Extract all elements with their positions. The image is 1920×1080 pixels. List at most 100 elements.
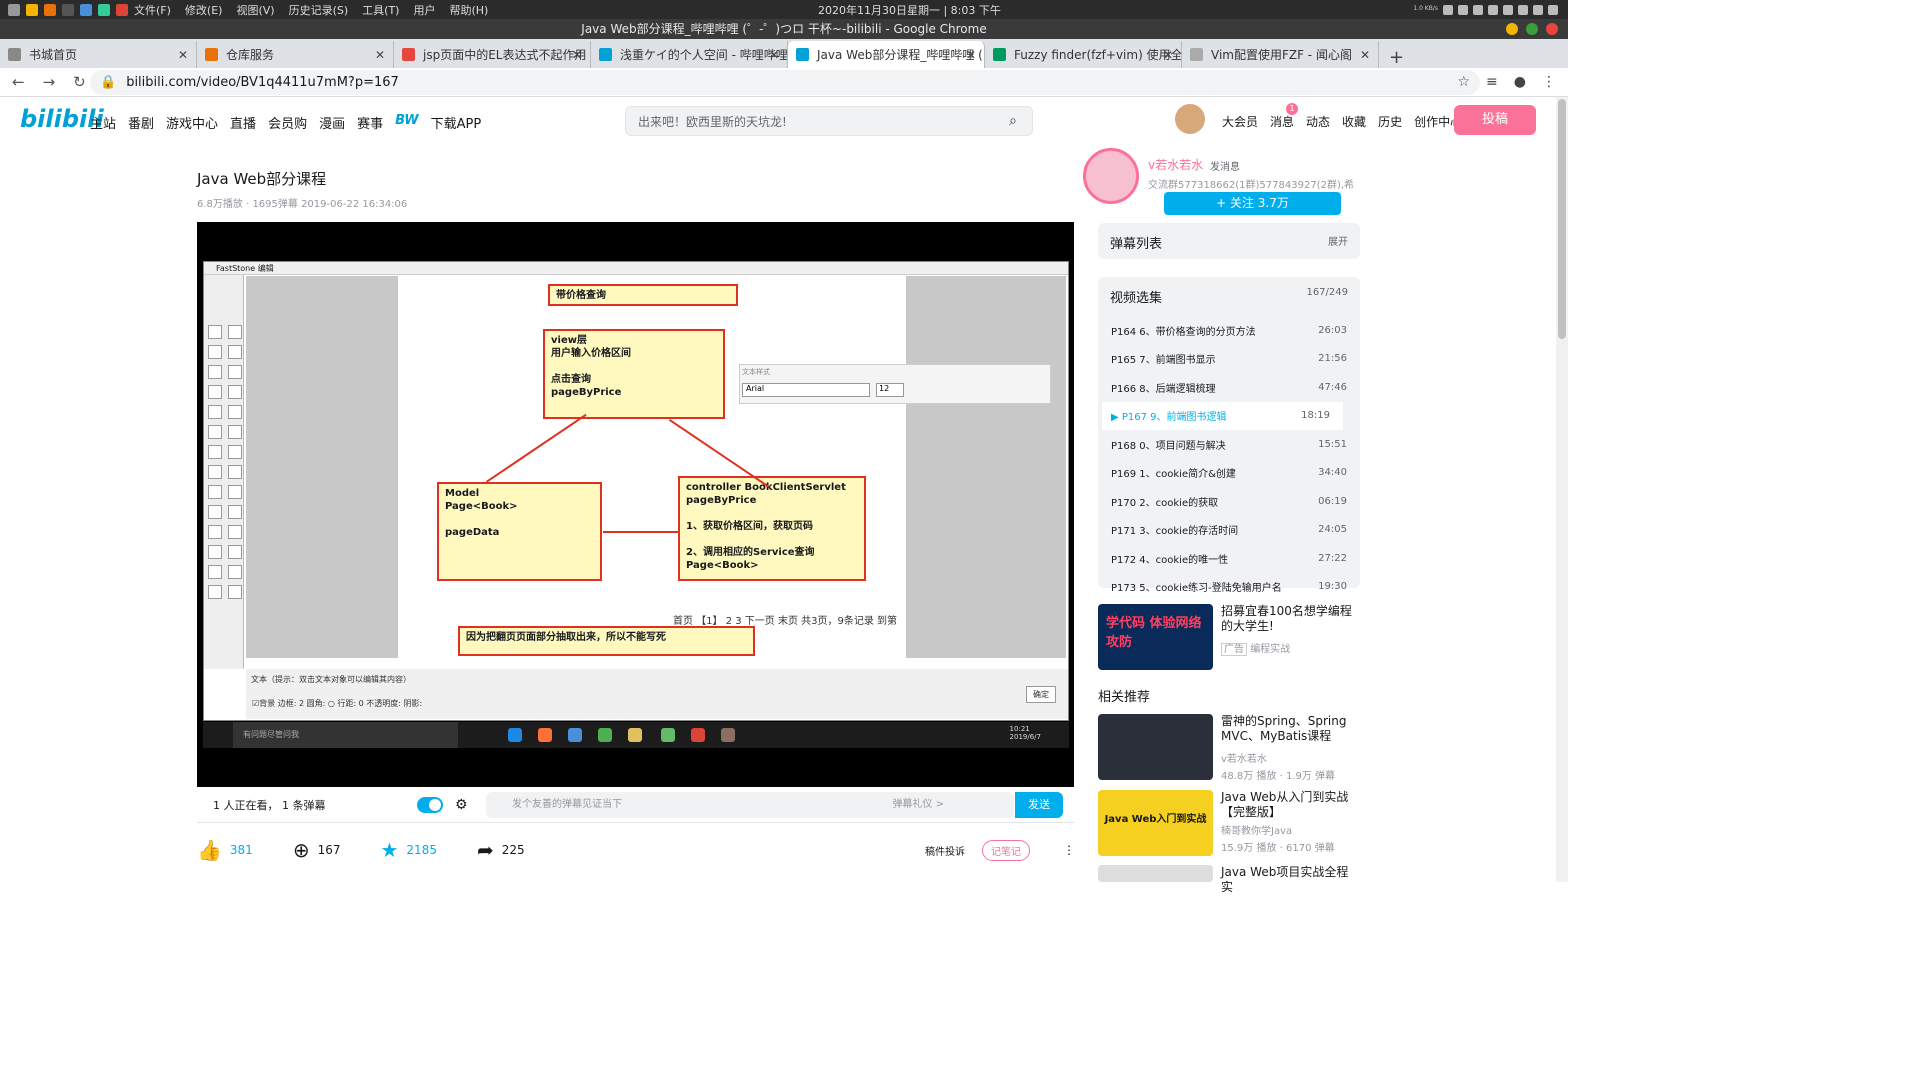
ad-card[interactable]: 学代码 体验网络攻防 招募宜春100名想学编程的大学生! 广告 编程实战: [1098, 604, 1359, 670]
reload-icon[interactable]: ↻: [73, 73, 86, 91]
search-icon[interactable]: ⌕: [994, 107, 1032, 135]
app-icon[interactable]: [628, 728, 642, 742]
related-thumbnail[interactable]: [1098, 865, 1213, 882]
tab-close-icon[interactable]: ✕: [375, 48, 385, 62]
tool-icon[interactable]: [228, 365, 242, 379]
nav-history[interactable]: 历史: [1378, 113, 1402, 130]
tool-icon[interactable]: [228, 445, 242, 459]
related-card[interactable]: Java Web项目实战全程实: [1098, 865, 1359, 895]
tool-icon[interactable]: [208, 405, 222, 419]
tool-icon[interactable]: [228, 405, 242, 419]
menu-item[interactable]: 历史记录(S): [289, 2, 349, 18]
tab-close-icon[interactable]: ✕: [1163, 48, 1173, 62]
playlist-item[interactable]: P170 2、cookie的获取 06:19: [1098, 487, 1360, 516]
related-thumbnail[interactable]: Java Web入门到实战: [1098, 790, 1213, 856]
menu-icon[interactable]: ⋮: [1542, 74, 1556, 90]
browser-tab[interactable]: 书城首页 ✕: [0, 41, 197, 68]
ad-thumbnail[interactable]: 学代码 体验网络攻防: [1098, 604, 1213, 670]
related-item-title[interactable]: Java Web从入门到实战【完整版】: [1221, 790, 1359, 820]
menu-item[interactable]: 用户: [413, 2, 435, 18]
related-author[interactable]: 楠哥教你学Java: [1221, 822, 1359, 837]
menu-item[interactable]: 文件(F): [134, 2, 171, 18]
browser-tab[interactable]: jsp页面中的EL表达式不起作用 ✕: [394, 41, 591, 68]
upload-button[interactable]: 投稿: [1454, 105, 1536, 135]
page-scrollbar[interactable]: [1556, 97, 1568, 882]
tool-icon[interactable]: [208, 325, 222, 339]
playlist-item[interactable]: P172 4、cookie的唯一性 27:22: [1098, 544, 1360, 573]
tool-icon[interactable]: [208, 485, 222, 499]
more-icon[interactable]: ⋮: [1063, 843, 1075, 857]
search-input[interactable]: 出来吧！欧西里斯的天坑龙! ⌕: [625, 106, 1033, 136]
tab-close-icon[interactable]: ✕: [966, 48, 976, 62]
tool-icon[interactable]: [228, 525, 242, 539]
playlist-item[interactable]: P171 3、cookie的存活时间 24:05: [1098, 516, 1360, 545]
danmaku-settings-icon[interactable]: ⚙: [455, 797, 468, 813]
app-icon[interactable]: [661, 728, 675, 742]
related-author[interactable]: v若水若水: [1221, 750, 1359, 765]
tool-icon[interactable]: [228, 485, 242, 499]
note-button[interactable]: 记笔记: [982, 839, 1030, 861]
ok-button[interactable]: 确定: [1026, 686, 1056, 703]
related-item-title[interactable]: Java Web项目实战全程实: [1221, 865, 1359, 895]
favorite-button[interactable]: ★ 2185: [380, 838, 436, 862]
tool-icon[interactable]: [208, 465, 222, 479]
profile-icon[interactable]: ●: [1514, 74, 1526, 90]
nav-esports[interactable]: 赛事: [357, 113, 383, 132]
uploader-name[interactable]: v若水若水: [1148, 156, 1203, 173]
menu-item[interactable]: 修改(E): [185, 2, 223, 18]
tool-icon[interactable]: [208, 565, 222, 579]
browser-tab[interactable]: Fuzzy finder(fzf+vim) 使用全 ✕: [985, 41, 1182, 68]
menu-item[interactable]: 视图(V): [236, 2, 274, 18]
playlist-item[interactable]: P173 5、cookie练习-登陆免输用户名 19:30: [1098, 573, 1360, 602]
nav-vip[interactable]: 大会员: [1222, 113, 1258, 130]
clock[interactable]: 2020年11月30日星期一 | 8:03 下午: [818, 2, 1001, 18]
tab-close-icon[interactable]: ✕: [1360, 48, 1370, 62]
tool-icon[interactable]: [228, 425, 242, 439]
send-button[interactable]: 发送: [1015, 792, 1063, 818]
report-link[interactable]: 稿件投诉: [925, 843, 965, 858]
tool-icon[interactable]: [228, 465, 242, 479]
nav-download-app[interactable]: 下载APP: [431, 113, 482, 132]
send-message-link[interactable]: 发消息: [1210, 158, 1240, 173]
new-tab-icon[interactable]: +: [1389, 47, 1404, 68]
nav-manga[interactable]: 漫画: [319, 113, 345, 132]
tool-icon[interactable]: [228, 345, 242, 359]
browser-tab[interactable]: 仓库服务 ✕: [197, 41, 394, 68]
tool-icon[interactable]: [208, 445, 222, 459]
ad-title[interactable]: 招募宜春100名想学编程的大学生!: [1221, 604, 1359, 634]
expand-link[interactable]: 展开: [1328, 233, 1348, 252]
app-icon[interactable]: [721, 728, 735, 742]
nav-favorites[interactable]: 收藏: [1342, 113, 1366, 130]
browser-tab[interactable]: 浅重ケイ的个人空间 - 哔哩哔哩 ✕: [591, 41, 788, 68]
back-icon[interactable]: ←: [12, 73, 25, 91]
playlist-item[interactable]: P169 1、cookie简介&创建 34:40: [1098, 459, 1360, 488]
nav-anime[interactable]: 番剧: [128, 113, 154, 132]
tool-icon[interactable]: [228, 565, 242, 579]
tool-icon[interactable]: [208, 425, 222, 439]
related-card[interactable]: 雷神的Spring、Spring MVC、MyBatis课程 v若水若水 48.…: [1098, 714, 1359, 782]
share-button[interactable]: ➦ 225: [477, 838, 525, 862]
browser-tab[interactable]: Java Web部分课程_哔哩哔哩 (✕: [788, 41, 985, 68]
avatar[interactable]: [1175, 104, 1205, 134]
playlist-item[interactable]: ▶ P167 9、前端图书逻辑 18:19: [1102, 401, 1343, 430]
app-icon[interactable]: [568, 728, 582, 742]
coin-button[interactable]: ⊕ 167: [293, 838, 341, 862]
url-field[interactable]: 🔒 bilibili.com/video/BV1q4411u7mM?p=167: [90, 69, 1480, 95]
taskbar-search[interactable]: 有问题尽管问我: [233, 722, 458, 748]
maximize-icon[interactable]: [1526, 23, 1538, 35]
tool-icon[interactable]: [228, 385, 242, 399]
firefox-icon[interactable]: [538, 728, 552, 742]
edge-icon[interactable]: [508, 728, 522, 742]
nav-messages[interactable]: 消息: [1270, 113, 1294, 130]
tab-close-icon[interactable]: ✕: [178, 48, 188, 62]
tool-icon[interactable]: [208, 525, 222, 539]
follow-button[interactable]: + 关注 3.7万: [1164, 192, 1341, 215]
playlist-item[interactable]: P164 6、带价格查询的分页方法 26:03: [1098, 316, 1360, 345]
uploader-avatar[interactable]: [1083, 148, 1139, 204]
tool-icon[interactable]: [228, 585, 242, 599]
tool-icon[interactable]: [228, 325, 242, 339]
nav-bw[interactable]: BW: [395, 113, 419, 132]
system-tray[interactable]: 1.0 KB/s: [1413, 4, 1558, 15]
like-button[interactable]: 👍 381: [197, 838, 253, 862]
close-icon[interactable]: [1546, 23, 1558, 35]
